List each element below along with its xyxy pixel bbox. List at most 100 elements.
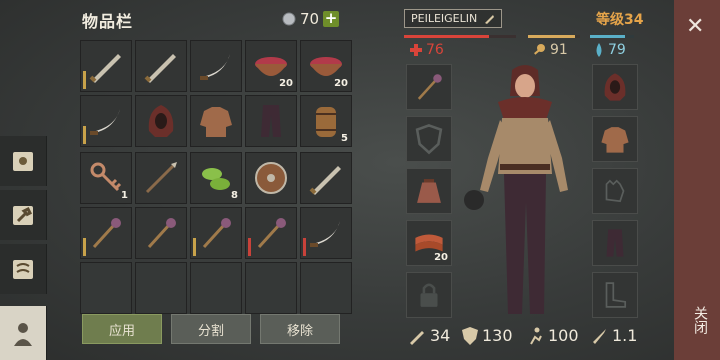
close-icon[interactable]: ✕ [686, 14, 704, 39]
inventory-slot[interactable] [80, 207, 132, 259]
item-quantity: 20 [279, 78, 293, 89]
empty-inventory-slot[interactable] [245, 262, 297, 314]
durability-bar [83, 238, 86, 256]
inventory-slot[interactable] [300, 152, 352, 204]
close-label[interactable]: 关闭 [690, 306, 710, 334]
item-quantity: 8 [231, 190, 238, 201]
inventory-grid-top: 20 20 5 [80, 40, 352, 147]
item-quantity: 20 [334, 78, 348, 89]
inventory-slot[interactable] [300, 207, 352, 259]
inventory-slot[interactable] [135, 152, 187, 204]
lock-icon [420, 283, 438, 307]
durability-bar [83, 126, 86, 144]
mace-icon [417, 74, 442, 100]
empty-inventory-slot[interactable] [135, 262, 187, 314]
inventory-slot[interactable] [190, 95, 242, 147]
health-stat: 76 [410, 42, 444, 58]
thirst-bar [590, 35, 634, 38]
sword-icon [89, 54, 121, 83]
scimitar-icon [310, 221, 340, 247]
inventory-slot[interactable] [80, 40, 132, 92]
thirst-stat: 79 [594, 42, 626, 58]
equipment-slot[interactable] [592, 272, 638, 318]
character-figure [464, 65, 568, 314]
defense-value: 130 [482, 326, 513, 345]
sword-icon [144, 54, 176, 83]
durability-bar [193, 238, 196, 256]
health-value: 76 [426, 42, 444, 58]
spear-icon [145, 162, 177, 194]
mace-icon [92, 218, 121, 249]
inventory-title: 物品栏 [82, 12, 134, 31]
equipment-slot[interactable] [406, 116, 452, 162]
inventory-slot[interactable] [245, 152, 297, 204]
equipment-slot[interactable] [406, 168, 452, 214]
hunger-bar [528, 35, 580, 38]
character-level: 等级34 [596, 12, 644, 28]
round-shield-icon [255, 162, 287, 194]
tab-build[interactable] [0, 190, 47, 240]
speed-stat: 100 [526, 326, 579, 345]
tab-character[interactable] [0, 306, 47, 360]
defense-stat: 130 [462, 326, 513, 345]
add-coins-button[interactable]: + [323, 11, 340, 27]
running-icon [530, 327, 542, 344]
empty-inventory-slot[interactable] [190, 262, 242, 314]
shield-outline-icon [415, 124, 443, 155]
inventory-slot[interactable] [190, 40, 242, 92]
apply-button[interactable]: 应用 [82, 314, 162, 344]
health-bar [404, 35, 516, 38]
empty-inventory-slot[interactable] [300, 262, 352, 314]
durability-bar [83, 71, 86, 89]
jacket-icon [601, 127, 629, 153]
equipment-slot[interactable] [592, 168, 638, 214]
inventory-slot[interactable] [135, 95, 187, 147]
hunger-value: 91 [550, 42, 568, 58]
armor-stat: 34 [408, 326, 450, 345]
inventory-grid-bottom: 18 [80, 152, 352, 314]
sword-icon [309, 166, 341, 195]
character-name-box[interactable]: PEILEIGELIN [404, 9, 503, 28]
inventory-slot[interactable]: 1 [80, 152, 132, 204]
inventory-slot[interactable] [245, 95, 297, 147]
character-icon [14, 323, 32, 346]
inventory-slot[interactable]: 20 [245, 40, 297, 92]
inventory-slot[interactable] [135, 40, 187, 92]
bag-icon [417, 179, 441, 203]
equipment-slot[interactable] [406, 64, 452, 110]
coins-counter: 70 + [282, 10, 340, 28]
equipment-slot[interactable] [592, 220, 638, 266]
scroll-map-icon [13, 260, 33, 279]
equipment-slot[interactable] [406, 272, 452, 318]
equipment-slot[interactable]: 20 [406, 220, 452, 266]
inventory-slot[interactable]: 8 [190, 152, 242, 204]
sword-stat-icon [410, 330, 424, 345]
equipment-slot[interactable] [592, 64, 638, 110]
remove-button[interactable]: 移除 [260, 314, 340, 344]
dagger-stat-icon [593, 328, 606, 344]
hood-icon [148, 105, 174, 137]
empty-inventory-slot[interactable] [80, 262, 132, 314]
tab-crafting-book[interactable] [0, 136, 47, 186]
inventory-slot[interactable] [135, 207, 187, 259]
drumstick-icon [534, 44, 545, 55]
barrel-icon [316, 107, 336, 137]
tab-map[interactable] [0, 244, 47, 294]
pants-icon [606, 229, 624, 257]
water-drop-icon [596, 43, 602, 57]
mace-icon [147, 218, 176, 249]
inventory-slot[interactable]: 20 [300, 40, 352, 92]
inventory-slot[interactable] [190, 207, 242, 259]
item-quantity: 20 [434, 252, 448, 263]
split-button[interactable]: 分割 [171, 314, 251, 344]
hunger-stat: 91 [532, 42, 568, 58]
gloves-outline-icon [605, 179, 625, 203]
inventory-slot[interactable] [245, 207, 297, 259]
coin-icon [282, 12, 296, 26]
coins-value: 70 [300, 10, 320, 28]
character-name: PEILEIGELIN [411, 12, 478, 25]
inventory-slot[interactable]: 5 [300, 95, 352, 147]
inventory-slot[interactable] [80, 95, 132, 147]
mace-icon [257, 218, 286, 249]
equipment-slot[interactable] [592, 116, 638, 162]
